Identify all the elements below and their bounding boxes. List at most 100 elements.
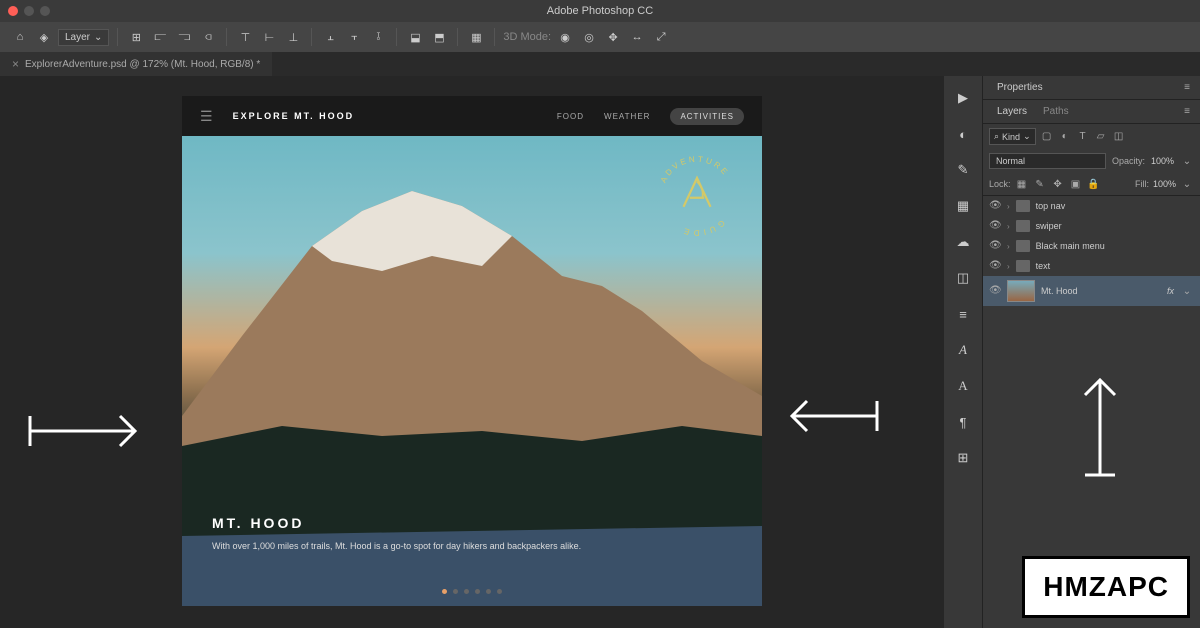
- fx-badge[interactable]: fx: [1167, 286, 1174, 296]
- 3d-scale-icon[interactable]: ⤢: [651, 27, 671, 47]
- layers-tab-row: Layers Paths ≡: [983, 100, 1200, 124]
- 3d-roll-icon[interactable]: ◎: [579, 27, 599, 47]
- dot: [464, 589, 469, 594]
- layer-item[interactable]: 👁 › top nav: [983, 196, 1200, 216]
- expand-icon[interactable]: ›: [1007, 202, 1010, 211]
- visibility-icon[interactable]: 👁: [989, 285, 1001, 297]
- maximize-window-icon[interactable]: [40, 6, 50, 16]
- auto-align-icon[interactable]: ▦: [466, 27, 486, 47]
- paragraph-icon[interactable]: A: [951, 374, 975, 398]
- lock-brush-icon[interactable]: ✎: [1033, 177, 1047, 191]
- nav-link-food: FOOD: [557, 112, 584, 121]
- design-canvas[interactable]: ☰ EXPLORE MT. HOOD FOOD WEATHER ACTIVITI…: [182, 96, 762, 606]
- 3d-icon[interactable]: ◫: [951, 266, 975, 290]
- paths-tab[interactable]: Paths: [1035, 102, 1077, 121]
- separator: [311, 28, 312, 46]
- annotation-arrow-right: [782, 396, 882, 441]
- distribute-h-icon[interactable]: ⫠: [320, 27, 340, 47]
- align-right-icon[interactable]: ⫏: [198, 27, 218, 47]
- home-icon[interactable]: ⌂: [10, 27, 30, 47]
- distribute-spacing-h-icon[interactable]: ⬓: [405, 27, 425, 47]
- layer-item-selected[interactable]: 👁 Mt. Hood fx ⌄: [983, 276, 1200, 306]
- brushes-icon[interactable]: ✎: [951, 158, 975, 182]
- opacity-label: Opacity:: [1112, 156, 1145, 166]
- annotation-arrow-left: [25, 411, 145, 456]
- dot: [497, 589, 502, 594]
- adventure-guide-badge: ADVENTURE GUIDE: [652, 151, 742, 241]
- 3d-pan-icon[interactable]: ✥: [603, 27, 623, 47]
- distribute-icon[interactable]: ⫱: [368, 27, 388, 47]
- chevron-down-icon: ⌄: [1023, 131, 1031, 142]
- lock-all-icon[interactable]: 🔒: [1087, 177, 1101, 191]
- align-top-icon[interactable]: ⊤: [235, 27, 255, 47]
- opacity-value[interactable]: 100%: [1151, 156, 1174, 166]
- layer-item[interactable]: 👁 › Black main menu: [983, 236, 1200, 256]
- dot-active: [442, 589, 447, 594]
- carousel-dots: [442, 589, 502, 594]
- adjustments-icon[interactable]: ◐: [951, 122, 975, 146]
- align-middle-icon[interactable]: ⊢: [259, 27, 279, 47]
- visibility-icon[interactable]: 👁: [989, 240, 1001, 252]
- visibility-icon[interactable]: 👁: [989, 220, 1001, 232]
- minimize-window-icon[interactable]: [24, 6, 34, 16]
- paragraph-style-icon[interactable]: ¶: [951, 410, 975, 434]
- document-tab[interactable]: × ExplorerAdventure.psd @ 172% (Mt. Hood…: [0, 52, 272, 76]
- blend-mode-dropdown[interactable]: Normal: [989, 153, 1106, 169]
- layer-item[interactable]: 👁 › swiper: [983, 216, 1200, 236]
- filter-adjust-icon[interactable]: ◐: [1058, 130, 1072, 144]
- annotation-arrow-up: [1075, 370, 1125, 485]
- close-tab-icon[interactable]: ×: [12, 57, 19, 71]
- properties-tab[interactable]: Properties: [989, 78, 1051, 97]
- glyphs-icon[interactable]: ⊞: [951, 446, 975, 470]
- lock-position-icon[interactable]: ✥: [1051, 177, 1065, 191]
- distribute-spacing-v-icon[interactable]: ⬒: [429, 27, 449, 47]
- filter-type-icon[interactable]: T: [1076, 130, 1090, 144]
- panel-menu-icon[interactable]: ≡: [1180, 105, 1194, 119]
- 3d-orbit-icon[interactable]: ◉: [555, 27, 575, 47]
- svg-text:ADVENTURE: ADVENTURE: [659, 155, 731, 185]
- align-icon[interactable]: ⊞: [126, 27, 146, 47]
- filter-shape-icon[interactable]: ▱: [1094, 130, 1108, 144]
- dot: [453, 589, 458, 594]
- separator: [226, 28, 227, 46]
- visibility-icon[interactable]: 👁: [989, 260, 1001, 272]
- title-bar: Adobe Photoshop CC: [0, 0, 1200, 22]
- filter-smart-icon[interactable]: ◫: [1112, 130, 1126, 144]
- play-icon[interactable]: ▶: [951, 86, 975, 110]
- canvas-area[interactable]: ☰ EXPLORE MT. HOOD FOOD WEATHER ACTIVITI…: [0, 76, 944, 628]
- chevron-down-icon[interactable]: ⌄: [1180, 284, 1194, 298]
- 3d-slide-icon[interactable]: ↔: [627, 27, 647, 47]
- chevron-down-icon[interactable]: ⌄: [1180, 177, 1194, 191]
- libraries-icon[interactable]: ☁: [951, 230, 975, 254]
- distribute-v-icon[interactable]: ⫟: [344, 27, 364, 47]
- layers-tab[interactable]: Layers: [989, 102, 1035, 121]
- character-icon[interactable]: A: [951, 338, 975, 362]
- expand-icon[interactable]: ›: [1007, 262, 1010, 271]
- lock-pixels-icon[interactable]: ▦: [1015, 177, 1029, 191]
- align-left-icon[interactable]: ⫍: [150, 27, 170, 47]
- properties-tab-row: Properties ≡: [983, 76, 1200, 100]
- align-center-h-icon[interactable]: ⫎: [174, 27, 194, 47]
- layer-item[interactable]: 👁 › text: [983, 256, 1200, 276]
- close-window-icon[interactable]: [8, 6, 18, 16]
- sliders-icon[interactable]: ≡: [951, 302, 975, 326]
- fill-value[interactable]: 100%: [1153, 179, 1176, 189]
- lock-artboard-icon[interactable]: ▣: [1069, 177, 1083, 191]
- layer-select-dropdown[interactable]: Layer ⌄: [58, 29, 109, 46]
- filter-pixel-icon[interactable]: ▢: [1040, 130, 1054, 144]
- separator: [494, 28, 495, 46]
- folder-icon: [1016, 260, 1030, 272]
- chevron-down-icon[interactable]: ⌄: [1180, 154, 1194, 168]
- window-controls[interactable]: [8, 6, 50, 16]
- align-bottom-icon[interactable]: ⊥: [283, 27, 303, 47]
- layer-name: text: [1036, 261, 1051, 271]
- search-icon: ⌕: [994, 131, 999, 142]
- layers-icon[interactable]: ◈: [34, 27, 54, 47]
- swatches-icon[interactable]: ▦: [951, 194, 975, 218]
- 3d-mode-label: 3D Mode:: [503, 27, 551, 47]
- visibility-icon[interactable]: 👁: [989, 200, 1001, 212]
- expand-icon[interactable]: ›: [1007, 242, 1010, 251]
- kind-filter-dropdown[interactable]: ⌕ Kind ⌄: [989, 128, 1036, 145]
- panel-menu-icon[interactable]: ≡: [1180, 81, 1194, 95]
- expand-icon[interactable]: ›: [1007, 222, 1010, 231]
